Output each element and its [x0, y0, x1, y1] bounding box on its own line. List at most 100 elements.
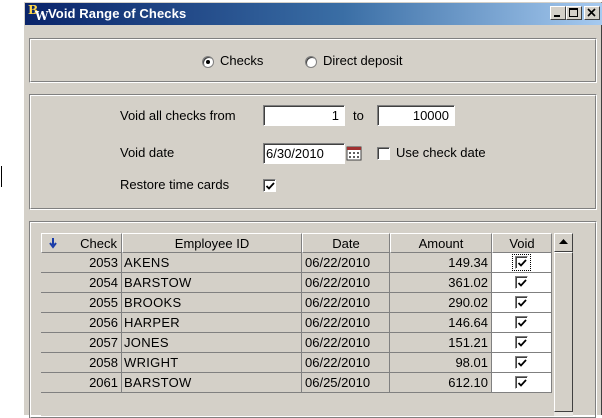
- table-row[interactable]: 2053 AKENS 06/22/2010 149.34: [41, 253, 573, 273]
- table-row[interactable]: 2056 HARPER 06/22/2010 146.64: [41, 313, 573, 333]
- checkmark-icon: [265, 182, 275, 190]
- date-cell[interactable]: 06/22/2010: [302, 273, 390, 293]
- checks-label: Checks: [220, 53, 264, 68]
- dialog-window: BW Void Range of Checks Checks Direct de…: [24, 2, 602, 418]
- column-header-label: Void: [509, 236, 535, 251]
- column-header-employee-id[interactable]: Employee ID: [122, 233, 302, 253]
- check-number-cell[interactable]: 2054: [41, 273, 122, 293]
- check-number-cell[interactable]: 2055: [41, 293, 122, 313]
- checkmark-icon: [517, 279, 527, 287]
- check-number-cell[interactable]: 2058: [41, 353, 122, 373]
- checks-grid: Check Employee ID Date Amount Void 2053 A…: [41, 233, 573, 416]
- amount-cell[interactable]: 361.02: [390, 273, 492, 293]
- calendar-icon: [346, 146, 362, 161]
- maximize-icon: [569, 8, 578, 17]
- employee-id-cell[interactable]: AKENS: [122, 253, 302, 273]
- stray-mark: [1, 166, 2, 187]
- check-number-cell[interactable]: 2056: [41, 313, 122, 333]
- check-number-cell[interactable]: 2061: [41, 373, 122, 393]
- minimize-button[interactable]: [550, 6, 566, 20]
- check-number-cell[interactable]: 2053: [41, 253, 122, 273]
- date-cell[interactable]: 06/25/2010: [302, 373, 390, 393]
- checkmark-icon: [517, 359, 527, 367]
- checkmark-icon: [517, 379, 527, 387]
- amount-cell[interactable]: 149.34: [390, 253, 492, 273]
- amount-cell[interactable]: 612.10: [390, 373, 492, 393]
- date-cell[interactable]: 06/22/2010: [302, 333, 390, 353]
- sort-down-arrow-icon: [49, 238, 57, 249]
- void-checkbox[interactable]: [515, 356, 528, 369]
- void-date-input[interactable]: 6/30/2010: [263, 143, 345, 164]
- focus-rectangle: [512, 254, 531, 271]
- use-check-date-checkbox[interactable]: [377, 147, 390, 160]
- use-check-date-label: Use check date: [396, 145, 486, 160]
- void-checkbox[interactable]: [515, 336, 528, 349]
- close-button[interactable]: [584, 6, 600, 20]
- direct-deposit-label: Direct deposit: [323, 53, 403, 68]
- table-row[interactable]: 2055 BROOKS 06/22/2010 290.02: [41, 293, 573, 313]
- table-row[interactable]: 2058 WRIGHT 06/22/2010 98.01: [41, 353, 573, 373]
- void-cell[interactable]: [492, 353, 552, 373]
- date-cell[interactable]: 06/22/2010: [302, 293, 390, 313]
- employee-id-cell[interactable]: HARPER: [122, 313, 302, 333]
- void-cell[interactable]: [492, 293, 552, 313]
- void-from-label: Void all checks from: [120, 108, 236, 123]
- void-checkbox[interactable]: [515, 276, 528, 289]
- check-number-cell[interactable]: 2057: [41, 333, 122, 353]
- void-cell[interactable]: [492, 333, 552, 353]
- void-checkbox[interactable]: [515, 376, 528, 389]
- scroll-thumb[interactable]: [554, 252, 573, 412]
- column-header-check[interactable]: Check: [41, 233, 122, 253]
- checkmark-icon: [517, 339, 527, 347]
- to-label: to: [353, 108, 364, 123]
- employee-id-cell[interactable]: BARSTOW: [122, 273, 302, 293]
- window-title: Void Range of Checks: [48, 6, 187, 21]
- column-header-void[interactable]: Void: [492, 233, 552, 253]
- direct-deposit-radio[interactable]: [305, 56, 317, 68]
- date-cell[interactable]: 06/22/2010: [302, 253, 390, 273]
- employee-id-cell[interactable]: JONES: [122, 333, 302, 353]
- type-selector-panel: Checks Direct deposit: [29, 38, 597, 83]
- employee-id-cell[interactable]: WRIGHT: [122, 353, 302, 373]
- close-icon: [587, 8, 596, 17]
- restore-time-cards-checkbox[interactable]: [263, 179, 276, 192]
- checkmark-icon: [517, 299, 527, 307]
- checkmark-icon: [517, 319, 527, 327]
- checks-radio[interactable]: [202, 56, 214, 68]
- column-header-label: Check: [80, 236, 117, 251]
- void-cell[interactable]: [492, 373, 552, 393]
- void-cell[interactable]: [492, 253, 552, 273]
- to-check-input[interactable]: 10000: [377, 105, 455, 126]
- calendar-button[interactable]: [346, 145, 363, 162]
- date-cell[interactable]: 06/22/2010: [302, 353, 390, 373]
- column-header-date[interactable]: Date: [302, 233, 390, 253]
- from-check-input[interactable]: 1: [263, 105, 345, 126]
- minimize-icon: [554, 15, 560, 17]
- column-header-label: Employee ID: [174, 236, 250, 251]
- amount-cell[interactable]: 146.64: [390, 313, 492, 333]
- employee-id-cell[interactable]: BARSTOW: [122, 373, 302, 393]
- employee-id-cell[interactable]: BROOKS: [122, 293, 302, 313]
- amount-cell[interactable]: 290.02: [390, 293, 492, 313]
- column-header-label: Amount: [418, 236, 464, 251]
- app-logo-icon: BW: [28, 3, 49, 23]
- table-row[interactable]: 2057 JONES 06/22/2010 151.21: [41, 333, 573, 353]
- amount-cell[interactable]: 98.01: [390, 353, 492, 373]
- void-checkbox[interactable]: [515, 316, 528, 329]
- void-options-panel: Void all checks from 1 to 10000 Void dat…: [29, 94, 597, 210]
- column-header-label: Date: [332, 236, 360, 251]
- arrow-up-icon: [559, 239, 568, 244]
- table-row[interactable]: 2054 BARSTOW 06/22/2010 361.02: [41, 273, 573, 293]
- void-cell[interactable]: [492, 273, 552, 293]
- maximize-button[interactable]: [566, 6, 582, 20]
- void-date-label: Void date: [120, 145, 175, 160]
- void-cell[interactable]: [492, 313, 552, 333]
- amount-cell[interactable]: 151.21: [390, 333, 492, 353]
- scroll-up-button[interactable]: [554, 233, 573, 252]
- grid-scrollbar[interactable]: [554, 233, 573, 416]
- title-bar[interactable]: BW Void Range of Checks: [25, 3, 602, 25]
- column-header-amount[interactable]: Amount: [390, 233, 492, 253]
- date-cell[interactable]: 06/22/2010: [302, 313, 390, 333]
- table-row[interactable]: 2061 BARSTOW 06/25/2010 612.10: [41, 373, 573, 393]
- void-checkbox[interactable]: [515, 296, 528, 309]
